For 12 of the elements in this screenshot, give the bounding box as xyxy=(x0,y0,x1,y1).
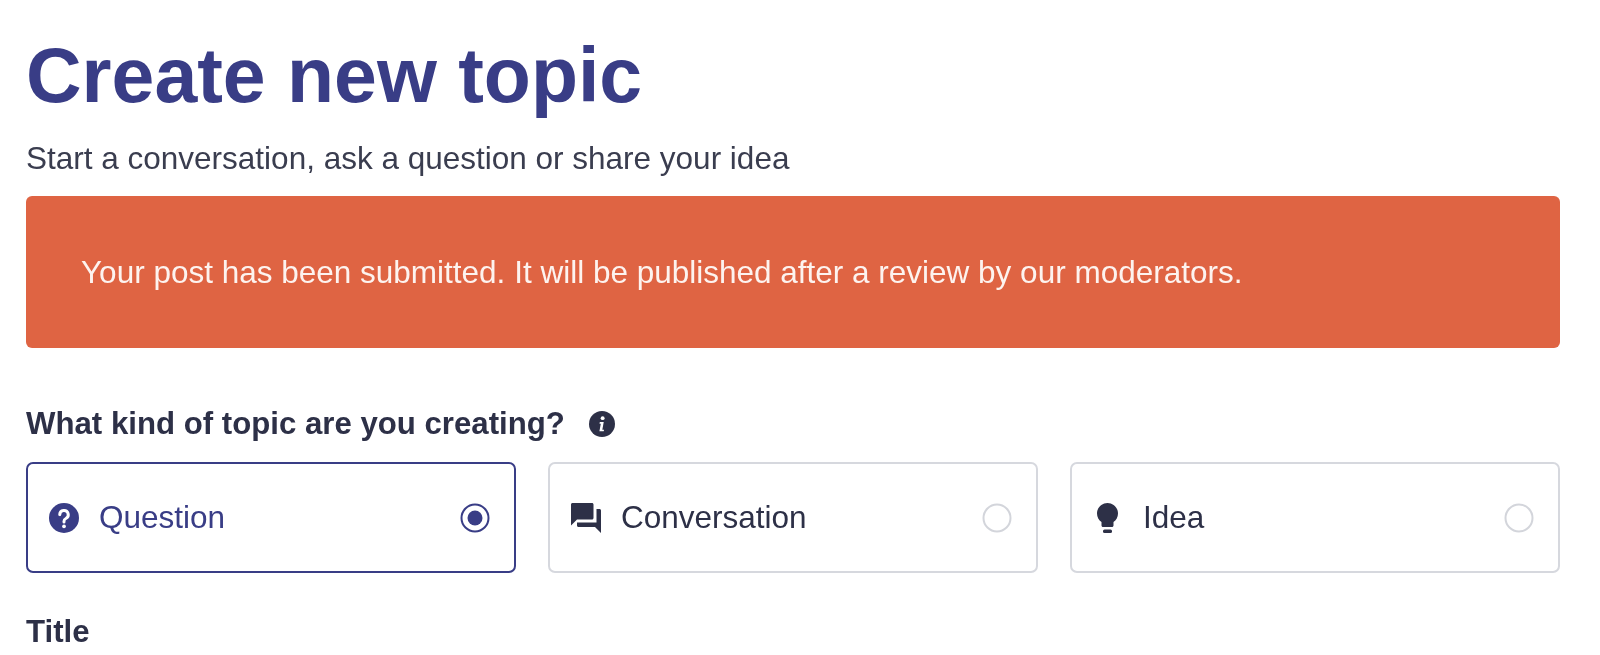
title-field-label: Title xyxy=(26,617,90,647)
page-subtitle: Start a conversation, ask a question or share your idea xyxy=(26,140,790,176)
topic-type-option[interactable]: Idea xyxy=(1070,462,1560,573)
lightbulb-icon xyxy=(1097,502,1118,533)
topic-type-label: What kind of topic are you creating? xyxy=(26,406,565,442)
info-icon[interactable] xyxy=(588,411,615,437)
moderation-notice: Your post has been submitted. It will be published after a review by our moderators. xyxy=(26,196,1560,348)
question-icon xyxy=(49,502,79,533)
speech-bubbles-icon xyxy=(571,502,601,533)
topic-type-option[interactable]: Question xyxy=(26,462,516,573)
topic-type-option[interactable]: Conversation xyxy=(548,462,1038,573)
radio-icon[interactable] xyxy=(460,502,490,533)
